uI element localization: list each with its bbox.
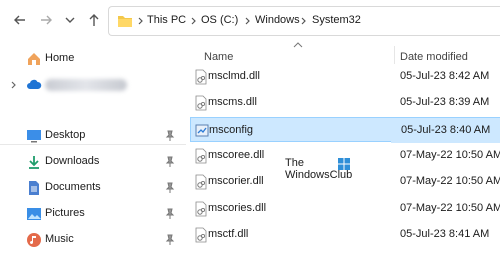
chevron-right-icon[interactable] xyxy=(9,80,19,90)
dll-file-icon xyxy=(195,69,207,85)
breadcrumb-separator-icon xyxy=(189,16,199,26)
dll-file-icon xyxy=(195,174,207,190)
file-name: mscoree.dll xyxy=(208,148,265,161)
date-cell: 05-Jul-23 8:40 AM xyxy=(391,117,500,143)
blurred-account-name xyxy=(45,79,127,91)
sidebar-item-downloads[interactable]: Downloads xyxy=(0,150,186,174)
file-row[interactable]: msclmd.dll 05-Jul-23 8:42 AM xyxy=(190,64,500,89)
file-row[interactable]: mscories.dll 07-May-22 10:50 AM xyxy=(190,195,500,221)
date-cell: 05-Jul-23 8:41 AM xyxy=(390,221,500,247)
pin-icon[interactable] xyxy=(164,182,176,194)
sidebar-item-label: Home xyxy=(45,52,75,64)
home-icon xyxy=(28,53,40,65)
sidebar-item-onedrive[interactable] xyxy=(0,73,186,97)
breadcrumb-system32[interactable]: System32 xyxy=(312,14,361,26)
forward-button[interactable] xyxy=(36,10,56,30)
file-name: msconfig xyxy=(209,123,254,136)
chevron-down-icon xyxy=(65,17,75,23)
file-name: msclmd.dll xyxy=(208,70,260,82)
sidebar-item-label: Downloads xyxy=(45,155,100,167)
watermark: The WindowsClub xyxy=(285,157,365,187)
file-date-modified: 05-Jul-23 8:41 AM xyxy=(400,227,490,240)
breadcrumb-separator-icon xyxy=(136,16,146,26)
file-date-modified: 05-Jul-23 8:39 AM xyxy=(400,96,490,109)
cloud-icon xyxy=(27,79,42,89)
column-header-date-modified[interactable]: Date modified xyxy=(400,51,468,63)
recent-locations-button[interactable] xyxy=(60,10,80,30)
date-cell: 07-May-22 10:50 AM xyxy=(390,169,500,195)
pin-icon[interactable] xyxy=(164,234,176,246)
sidebar-item-desktop[interactable]: Desktop xyxy=(0,124,186,148)
pin-icon[interactable] xyxy=(164,208,176,220)
folder-icon xyxy=(118,16,132,27)
date-cell: 05-Jul-23 8:39 AM xyxy=(390,90,500,116)
windows-logo-icon xyxy=(338,158,350,170)
sidebar-item-label: Pictures xyxy=(45,207,85,219)
sidebar-item-label: Music xyxy=(45,233,74,245)
sidebar-item-music[interactable]: Music xyxy=(0,228,186,252)
navigation-toolbar: This PC OS (C:) Windows System32 xyxy=(0,0,500,40)
download-icon xyxy=(29,156,39,169)
breadcrumb-separator-icon xyxy=(243,16,253,26)
dll-file-icon xyxy=(195,148,207,164)
file-date-modified: 05-Jul-23 8:42 AM xyxy=(400,70,490,82)
file-date-modified: 05-Jul-23 8:40 AM xyxy=(401,123,491,136)
sort-ascending-icon xyxy=(293,42,303,48)
dll-file-icon xyxy=(195,201,207,216)
sidebar-item-label: Desktop xyxy=(45,129,86,141)
music-icon xyxy=(27,233,41,247)
arrow-up-icon xyxy=(89,14,99,26)
breadcrumb-os-drive[interactable]: OS (C:) xyxy=(201,14,238,26)
up-button[interactable] xyxy=(84,10,104,30)
documents-icon xyxy=(29,181,39,195)
desktop-icon xyxy=(27,130,41,143)
pin-icon[interactable] xyxy=(164,156,176,168)
file-name: mscorier.dll xyxy=(208,175,264,188)
file-row[interactable]: mscms.dll 05-Jul-23 8:39 AM xyxy=(190,90,500,116)
date-cell: 07-May-22 10:50 AM xyxy=(390,195,500,221)
file-date-modified: 07-May-22 10:50 AM xyxy=(400,148,500,161)
file-date-modified: 07-May-22 10:50 AM xyxy=(400,201,500,214)
pin-icon[interactable] xyxy=(164,130,176,142)
sidebar-item-pictures[interactable]: Pictures xyxy=(0,202,186,226)
file-row[interactable]: msconfig 05-Jul-23 8:40 AM xyxy=(190,116,500,143)
breadcrumb-windows[interactable]: Windows xyxy=(255,14,300,26)
breadcrumb-separator-icon xyxy=(299,16,309,26)
file-name: mscms.dll xyxy=(208,96,257,109)
column-header-name[interactable]: Name xyxy=(204,51,233,63)
file-date-modified: 07-May-22 10:50 AM xyxy=(400,175,500,188)
address-bar[interactable]: This PC OS (C:) Windows System32 xyxy=(108,6,500,36)
file-row[interactable]: msctf.dll 05-Jul-23 8:41 AM xyxy=(190,221,500,247)
arrow-left-icon xyxy=(14,15,25,25)
sidebar-item-label: Documents xyxy=(45,181,101,193)
navigation-pane: Home Desktop Downloads Documents Picture… xyxy=(0,40,186,256)
file-name: msctf.dll xyxy=(208,227,249,240)
sidebar-item-home[interactable]: Home xyxy=(0,47,186,71)
arrow-right-icon xyxy=(41,15,52,25)
back-button[interactable] xyxy=(10,10,30,30)
sidebar-item-documents[interactable]: Documents xyxy=(0,176,186,200)
pictures-icon xyxy=(27,208,41,220)
system-config-icon xyxy=(195,124,209,137)
date-cell: 05-Jul-23 8:42 AM xyxy=(390,64,500,89)
breadcrumb-this-pc[interactable]: This PC xyxy=(147,14,186,26)
dll-file-icon xyxy=(195,95,207,111)
watermark-text-line1: The xyxy=(285,157,304,169)
dll-file-icon xyxy=(195,227,207,243)
file-name: mscories.dll xyxy=(208,201,267,214)
date-cell: 07-May-22 10:50 AM xyxy=(390,142,500,168)
